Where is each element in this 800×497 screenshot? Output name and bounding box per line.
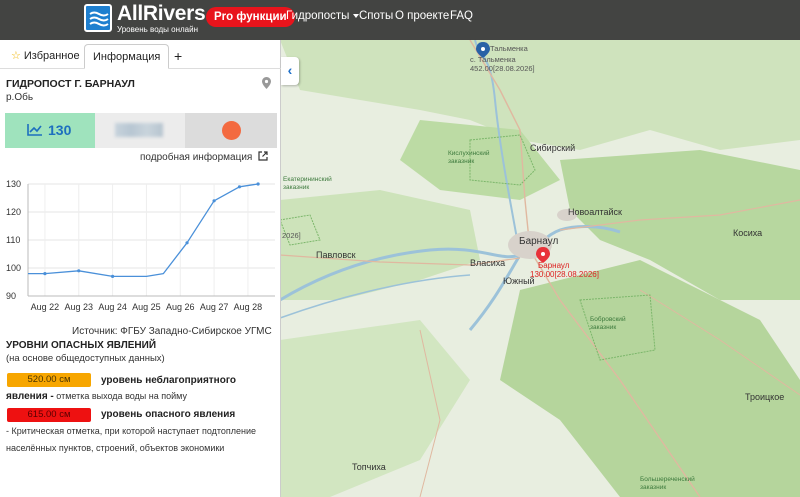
- tab-favorites[interactable]: ☆ Избранное: [3, 44, 88, 69]
- water-level-chart[interactable]: 130 120 110 100 90 Aug 22 Aug 23 Aug 24 Aug 25 Au…: [0, 174, 281, 324]
- map-label-vlasikha: Власиха: [470, 258, 506, 268]
- map-label-yuzhny: Южный: [503, 276, 535, 286]
- map-label-kosikha: Косиха: [733, 228, 763, 238]
- series-line: [28, 183, 259, 278]
- status-indicator-box: [185, 113, 277, 148]
- collapse-panel-button[interactable]: ‹: [281, 57, 299, 85]
- dangerous-level-badge: 615.00 см: [7, 408, 91, 422]
- detail-info-label: подробная информация: [140, 152, 253, 163]
- map-label-topchikha: Топчиха: [352, 462, 386, 472]
- tab-add-button[interactable]: +: [166, 44, 190, 69]
- map-label-barnaul-city: Барнаул: [519, 236, 559, 247]
- map-label-talmenka: с. Тальменка: [470, 55, 516, 64]
- unfavorable-level-desc: явления - отметка выхода воды на пойму: [6, 391, 187, 402]
- y-tick-label: 120: [6, 207, 21, 217]
- map-label-troitskoe: Троицкое: [745, 392, 785, 402]
- y-tick-label: 90: [6, 291, 16, 301]
- map-label-novoaltaysk: Новоалтайск: [568, 207, 622, 217]
- map-label-talmenka-value: 452.00[28.08.2026]: [470, 64, 535, 73]
- blurred-value: [115, 123, 163, 137]
- y-tick-label: 100: [6, 263, 21, 273]
- dangerous-level-desc-2: населённых пунктов, строений, объектов э…: [6, 443, 225, 453]
- data-point: [110, 274, 115, 278]
- nav-hydroposts-label: Гидропосты: [286, 10, 350, 22]
- map-label-ekaterin: Екатерининский заказник: [283, 176, 332, 191]
- x-tick-label: Aug 27: [200, 302, 229, 312]
- map-label-sibirsky: Сибирский: [530, 143, 576, 153]
- data-point: [256, 182, 260, 186]
- map-label-barnaul-value: 130.00[28.08.2026]: [530, 270, 599, 279]
- map-label-kislukha: Кислухинский заказник: [448, 150, 490, 165]
- river-name: р.Обь: [6, 92, 34, 103]
- location-pin-icon[interactable]: [262, 77, 271, 89]
- y-tick-label: 130: [6, 179, 21, 189]
- data-point: [185, 241, 189, 245]
- x-tick-label: Aug 24: [98, 302, 127, 312]
- tab-favorites-label: Избранное: [23, 50, 80, 62]
- unfavorable-level-name: уровень неблагоприятного: [101, 375, 236, 386]
- data-point: [237, 185, 242, 189]
- danger-levels-subtitle: (на основе общедоступных данных): [6, 353, 165, 364]
- tab-info[interactable]: Информация: [84, 44, 170, 69]
- x-tick-label: Aug 28: [234, 302, 263, 312]
- map-label-bobrovsky: Бобровский заказник: [590, 316, 626, 331]
- panel-tabs: ☆ Избранное Информация +: [0, 40, 281, 69]
- star-icon: ☆: [11, 50, 21, 62]
- current-level-value: 130: [48, 122, 72, 138]
- nav-hydroposts[interactable]: Гидропосты: [286, 10, 360, 22]
- unfavorable-level-desc-text: отметка выхода воды на пойму: [53, 391, 187, 401]
- detail-info-link[interactable]: подробная информация: [140, 151, 268, 163]
- logo-subtitle: Уровень воды онлайн: [117, 25, 198, 34]
- pro-features-button[interactable]: Pro функции: [206, 7, 295, 27]
- dangerous-level-name: уровень опасного явления: [101, 409, 236, 420]
- logo-icon[interactable]: [84, 4, 112, 32]
- data-point: [212, 199, 216, 203]
- data-point: [43, 272, 47, 276]
- unfavorable-level-name-2: явления -: [6, 391, 54, 402]
- data-source: Источник: ФГБУ Западно-Сибирское УГМС: [72, 326, 272, 337]
- x-tick-label: Aug 22: [31, 302, 60, 312]
- map-label-barnaul: Барнаул: [538, 261, 570, 270]
- x-tick-label: Aug 23: [64, 302, 93, 312]
- danger-levels-title: УРОВНИ ОПАСНЫХ ЯВЛЕНИЙ: [6, 340, 157, 351]
- logo-title[interactable]: AllRivers: [117, 2, 206, 26]
- unfavorable-level-badge: 520.00 см: [7, 373, 91, 387]
- map-label-edge: 2026]: [282, 231, 301, 240]
- data-point: [77, 269, 81, 273]
- dangerous-level-desc-1: - Критическая отметка, при которой насту…: [6, 426, 257, 436]
- external-link-icon: [258, 151, 268, 161]
- station-title: ГИДРОПОСТ Г. БАРНАУЛ: [6, 78, 135, 90]
- x-tick-label: Aug 26: [166, 302, 195, 312]
- map-label-talmenka-top: Тальменка: [490, 44, 528, 53]
- chart-line-icon: [27, 124, 42, 136]
- nav-spots[interactable]: Споты: [359, 10, 393, 22]
- current-level-box[interactable]: 130: [5, 113, 95, 148]
- y-tick-label: 110: [6, 235, 20, 245]
- station-panel: ☆ Избранное Информация + ГИДРОПОСТ Г. БАР…: [0, 40, 281, 497]
- blurred-metric: [95, 113, 185, 148]
- status-dot: [222, 121, 241, 140]
- map-label-pavlovsk: Павловск: [316, 250, 356, 260]
- top-navbar: AllRivers Уровень воды онлайн Pro функци…: [0, 0, 800, 40]
- x-tick-label: Aug 25: [132, 302, 161, 312]
- station-metrics: 130: [5, 113, 277, 148]
- map-label-bolshereche: Большереченский заказник: [640, 476, 695, 491]
- nav-faq[interactable]: FAQ: [450, 10, 473, 22]
- nav-about[interactable]: О проекте: [395, 10, 449, 22]
